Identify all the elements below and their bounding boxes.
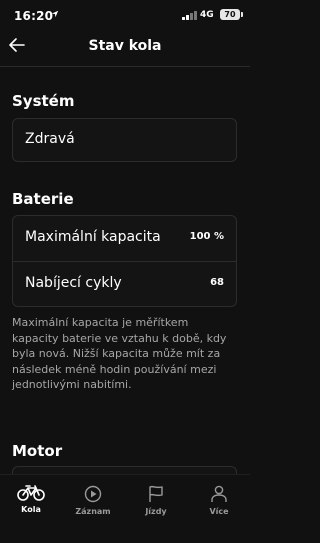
capacity-value: 100 % <box>189 231 224 242</box>
tab-label: Jízdy <box>145 507 167 516</box>
system-heading: Systém <box>12 92 75 110</box>
tab-jizdy[interactable]: Jízdy <box>125 475 187 525</box>
capacity-label: Maximální kapacita <box>25 229 161 245</box>
signal-icon <box>182 11 197 20</box>
tab-label: Záznam <box>75 507 111 516</box>
battery-heading: Baterie <box>12 190 74 208</box>
motor-heading: Motor <box>12 442 63 460</box>
battery-cycles-row: Nabíjecí cykly 68 <box>13 262 236 307</box>
battery-explanation: Maximální kapacita je měřítkem kapacity … <box>12 316 227 391</box>
tab-zaznam[interactable]: Záznam <box>62 475 124 525</box>
nav-bar: Stav kola <box>0 30 250 64</box>
status-bar: 16:20 4G 70 <box>0 0 250 30</box>
tab-bar: Kola Záznam Jízdy Více <box>0 474 250 543</box>
flag-icon <box>149 485 163 502</box>
status-time: 16:20 <box>14 9 54 23</box>
system-status-value: Zdravá <box>25 131 75 147</box>
network-type: 4G <box>200 10 214 20</box>
tab-label: Kola <box>21 505 41 514</box>
cycles-label: Nabíjecí cykly <box>25 275 122 291</box>
tab-vice[interactable]: Více <box>188 475 250 525</box>
header-divider <box>0 66 250 67</box>
location-arrow-icon <box>51 10 59 18</box>
battery-card: Maximální kapacita 100 % Nabíjecí cykly … <box>12 215 237 307</box>
tab-label: Více <box>209 507 229 516</box>
system-status-card: Zdravá <box>12 118 237 162</box>
page-title: Stav kola <box>88 38 162 54</box>
cycles-value: 68 <box>210 277 224 288</box>
battery-indicator: 70 <box>220 9 243 20</box>
bike-icon <box>17 485 45 501</box>
battery-capacity-row: Maximální kapacita 100 % <box>13 216 236 261</box>
play-icon <box>84 485 102 503</box>
person-icon <box>211 485 227 502</box>
tab-kola[interactable]: Kola <box>0 475 62 525</box>
